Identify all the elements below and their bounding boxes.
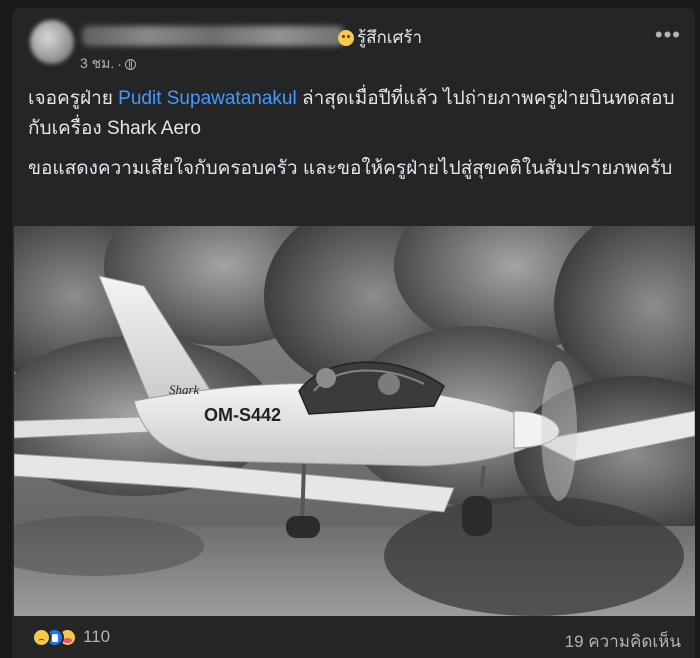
more-options-icon[interactable]: •••	[655, 24, 681, 46]
paragraph-1-start: เจอครูฝ่าย	[28, 88, 119, 109]
author-name-redacted[interactable]	[82, 26, 344, 46]
registration-mark: OM-S442	[204, 405, 281, 425]
author-avatar[interactable]	[30, 20, 74, 64]
post-photo[interactable]: Shark OM-S442	[14, 226, 695, 616]
meta-separator: ·	[117, 56, 122, 72]
sad-face-icon	[338, 29, 354, 46]
sad-reaction-icon	[32, 627, 51, 647]
post-timestamp[interactable]: 3 ชม.	[80, 53, 114, 75]
feeling-status: รู้สึกเศร้า	[338, 24, 422, 51]
comments-count-link[interactable]: 19 ความคิดเห็น	[565, 628, 681, 655]
post-card: รู้สึกเศร้า 3 ชม. · ••• เจอครูฝ่าย Pudit…	[12, 8, 695, 658]
post-paragraph-2: ขอแสดงความเสียใจกับครอบครัว และขอให้ครูฝ…	[28, 158, 673, 179]
tail-logo: Shark	[169, 382, 200, 397]
post-footer: 110 19 ความคิดเห็น	[12, 616, 695, 658]
globe-icon[interactable]	[124, 58, 136, 70]
post-header: รู้สึกเศร้า 3 ชม. · •••	[12, 8, 695, 76]
post-meta: 3 ชม. ·	[80, 53, 136, 75]
mention-link[interactable]: Pudit Supawatanakul	[118, 88, 297, 109]
reactions-summary[interactable]: 110	[32, 627, 110, 647]
reaction-count: 110	[83, 627, 111, 646]
airplane-photo: Shark OM-S442	[14, 226, 695, 616]
post-text: เจอครูฝ่าย Pudit Supawatanakul ล่าสุดเมื…	[28, 84, 688, 194]
feeling-label: รู้สึกเศร้า	[357, 28, 423, 47]
post-paragraph-1: เจอครูฝ่าย Pudit Supawatanakul ล่าสุดเมื…	[28, 84, 688, 144]
